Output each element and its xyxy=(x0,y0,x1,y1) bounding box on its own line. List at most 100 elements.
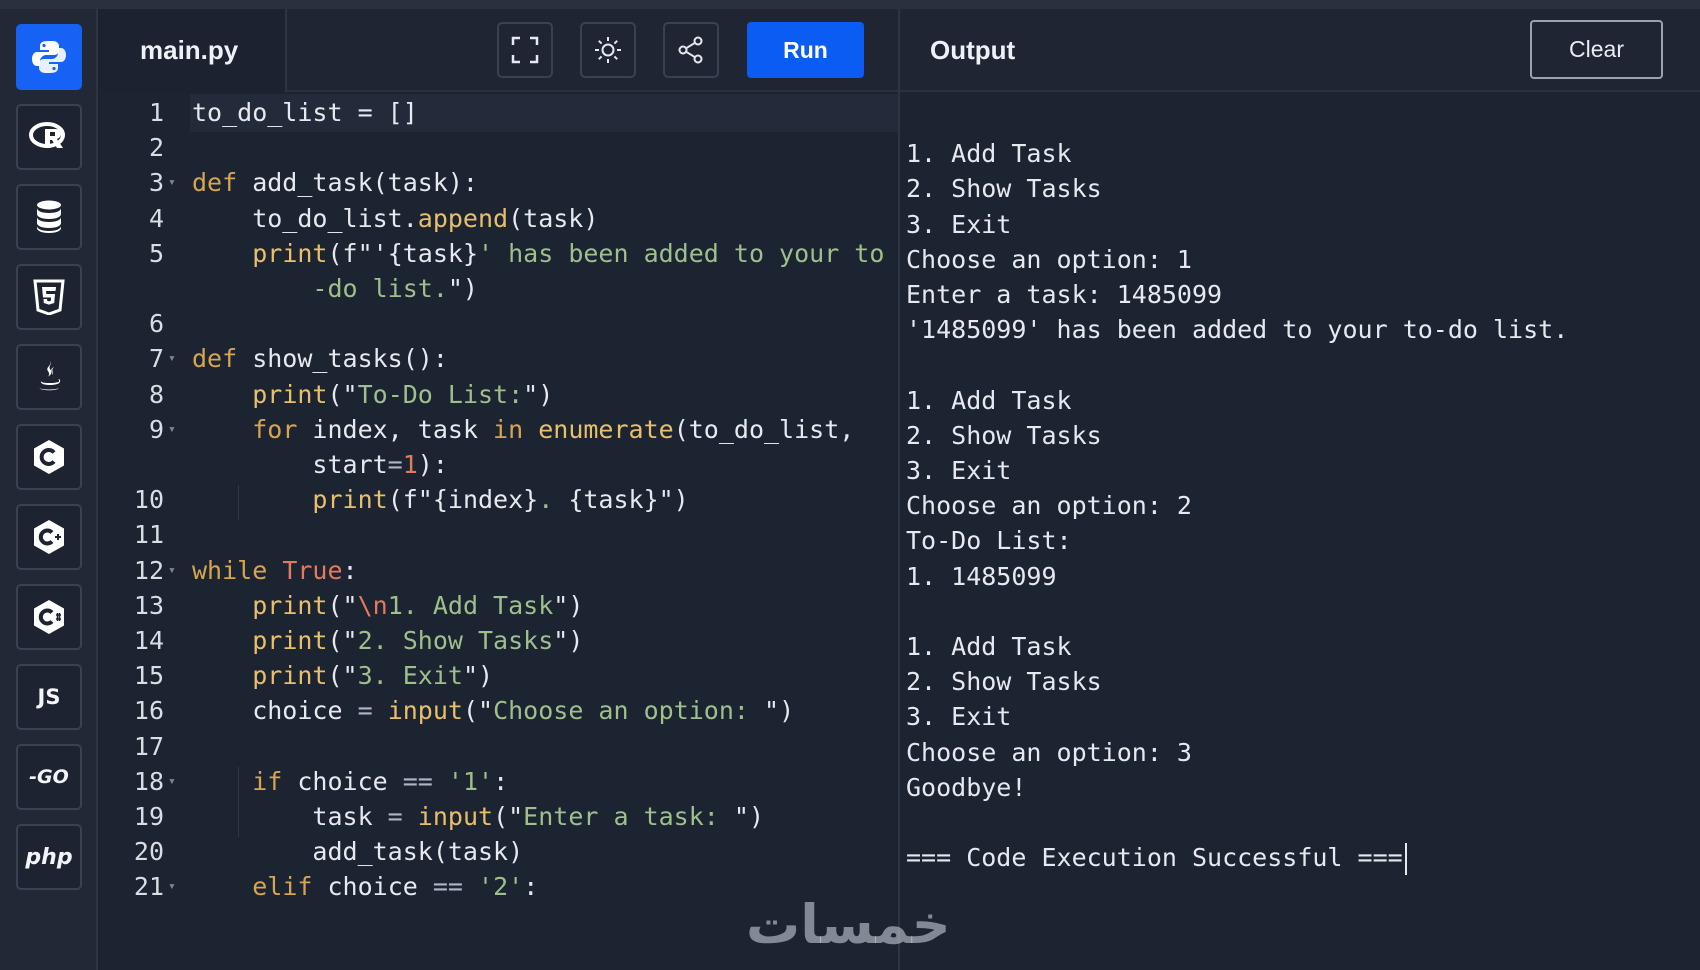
fullscreen-button[interactable] xyxy=(497,22,553,78)
code-text: to_do_list.append(task) xyxy=(192,200,598,238)
fullscreen-icon xyxy=(511,36,539,64)
output-text: 3. Exit xyxy=(906,702,1012,732)
code-line[interactable]: 3 ▾ def add_task(task): xyxy=(98,164,898,202)
output-line: 1. Add Task xyxy=(906,135,1072,173)
c-icon[interactable] xyxy=(16,424,82,490)
code-token: print xyxy=(252,238,328,268)
html5-icon[interactable] xyxy=(16,264,82,330)
code-line[interactable]: 7 ▾ def show_tasks(): xyxy=(98,340,898,378)
output-text: 2. Show Tasks xyxy=(906,667,1102,697)
code-token: (" xyxy=(493,802,524,831)
line-number: 3 xyxy=(148,168,164,198)
code-line[interactable]: 9 ▾ for index, task in enumerate(to_do_li… xyxy=(98,411,898,449)
file-tab[interactable]: main.py xyxy=(98,9,287,92)
code-token: = xyxy=(387,450,403,479)
code-line[interactable]: 8 print("To-Do List:") xyxy=(98,376,898,414)
java-icon[interactable] xyxy=(16,344,82,410)
line-number: 17 xyxy=(133,731,164,761)
js-icon[interactable]: JS xyxy=(16,664,82,730)
code-token: input xyxy=(387,696,463,726)
run-button[interactable]: Run xyxy=(747,22,864,78)
code-token: ") xyxy=(553,590,584,620)
code-line[interactable]: -do list.") xyxy=(98,270,898,308)
code-line[interactable]: 17 xyxy=(98,728,898,766)
code-token: (" xyxy=(327,590,358,620)
go-icon[interactable]: -GO xyxy=(16,744,82,810)
code-token: Choose an option: xyxy=(493,696,765,726)
code-token: ") xyxy=(764,696,795,726)
code-token: ): xyxy=(417,450,448,479)
code-text: print("2. Show Tasks") xyxy=(192,622,583,660)
code-line[interactable]: 1 to_do_list = [] xyxy=(98,94,898,132)
share-button[interactable] xyxy=(663,22,719,78)
python-icon[interactable] xyxy=(16,24,82,90)
code-line[interactable]: 2 xyxy=(98,129,898,167)
code-line[interactable]: 12 ▾ while True: xyxy=(98,552,898,590)
code-token: '1' xyxy=(447,766,494,796)
code-editor[interactable]: 1 to_do_list = [] 2 3 ▾ def add_task(task): 4 … xyxy=(98,94,898,970)
code-line[interactable]: start=1): xyxy=(98,446,898,484)
code-text: -do list.") xyxy=(192,270,478,308)
code-token: (f"{index} xyxy=(387,485,539,515)
csharp-icon[interactable] xyxy=(16,584,82,650)
database-icon[interactable] xyxy=(16,184,82,250)
theme-toggle-icon xyxy=(595,37,621,63)
fold-toggle-icon[interactable]: ▾ xyxy=(168,552,182,590)
code-line[interactable]: 18 ▾ if choice == '1': xyxy=(98,763,898,801)
code-line[interactable]: 15 print("3. Exit") xyxy=(98,657,898,695)
text-cursor xyxy=(1404,843,1407,876)
code-line[interactable]: 4 to_do_list.append(task) xyxy=(98,200,898,238)
output-text: '1485099' has been added to your to-do l… xyxy=(906,315,1569,345)
code-token: -do list. xyxy=(192,274,448,303)
code-line[interactable]: 11 xyxy=(98,516,898,554)
code-token: print xyxy=(312,485,388,515)
clear-button[interactable]: Clear xyxy=(1530,20,1663,79)
output-line: Enter a task: 1485099 xyxy=(906,276,1222,314)
output-line: === Code Execution Successful === xyxy=(906,839,1407,877)
line-number: 14 xyxy=(133,626,164,655)
code-text: start=1): xyxy=(192,446,448,484)
code-line[interactable]: 10 print(f"{index}. {task}") xyxy=(98,481,898,519)
fold-toggle-icon[interactable]: ▾ xyxy=(168,164,182,202)
code-line[interactable]: 5 print(f"'{task}' has been added to you… xyxy=(98,235,898,273)
code-token: : xyxy=(493,766,509,796)
output-line: 1. 1485099 xyxy=(906,558,1057,596)
output-text: 2. Show Tasks xyxy=(906,420,1102,450)
code-line[interactable]: 13 print("\n1. Add Task") xyxy=(98,587,898,625)
r-icon[interactable] xyxy=(16,104,82,170)
line-number: 6 xyxy=(148,309,164,339)
code-text: print(f"{index}. {task}") xyxy=(192,481,688,519)
code-line[interactable]: 6 xyxy=(98,305,898,343)
code-line[interactable]: 14 print("2. Show Tasks") xyxy=(98,622,898,660)
fold-toggle-icon[interactable]: ▾ xyxy=(168,340,182,378)
code-line[interactable]: 19 task = input("Enter a task: ") xyxy=(98,798,898,836)
fold-toggle-icon[interactable]: ▾ xyxy=(168,868,182,906)
line-number: 13 xyxy=(133,590,164,620)
code-token: to_do_list. xyxy=(192,203,418,233)
code-text: if choice == '1': xyxy=(192,763,508,801)
code-token: ") xyxy=(733,802,764,831)
php-icon[interactable]: php xyxy=(16,824,82,890)
code-token: (f"' xyxy=(327,238,388,268)
code-token: 2. Show Tasks xyxy=(357,626,554,655)
code-token: show_tasks(): xyxy=(237,344,448,374)
code-token: def xyxy=(192,168,238,198)
code-token: 1 xyxy=(402,450,418,479)
fold-toggle-icon[interactable]: ▾ xyxy=(168,411,182,449)
code-line[interactable]: 16 choice = input("Choose an option: ") xyxy=(98,692,898,730)
theme-toggle-button[interactable] xyxy=(580,22,636,78)
output-line: 3. Exit xyxy=(906,698,1011,736)
output-text: Choose an option: 2 xyxy=(906,491,1192,521)
cpp-icon[interactable] xyxy=(16,504,82,570)
code-line[interactable]: 20 add_task(task) xyxy=(98,833,898,871)
fold-toggle-icon[interactable]: ▾ xyxy=(168,763,182,801)
code-token: '2' xyxy=(478,872,524,902)
